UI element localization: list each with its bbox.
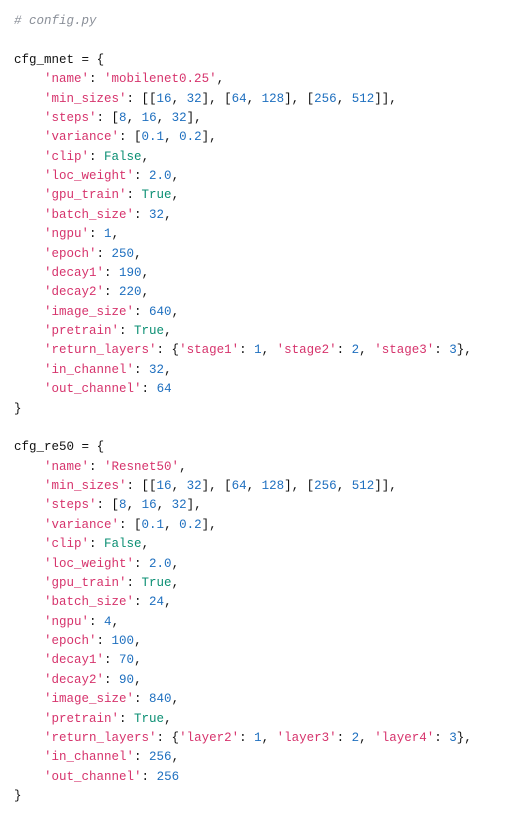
keyword-literal: False: [104, 150, 142, 164]
code-block: # config.py cfg_mnet = { 'name': 'mobile…: [14, 12, 497, 806]
dict-key: 'name': [44, 72, 89, 86]
identifier: cfg_mnet: [14, 53, 74, 67]
number-literal: 16: [157, 92, 172, 106]
dict-key: 'min_sizes': [44, 92, 127, 106]
string-literal: 'mobilenet0.25': [104, 72, 217, 86]
identifier: cfg_re50: [14, 440, 74, 454]
comment-line: # config.py: [14, 14, 97, 28]
